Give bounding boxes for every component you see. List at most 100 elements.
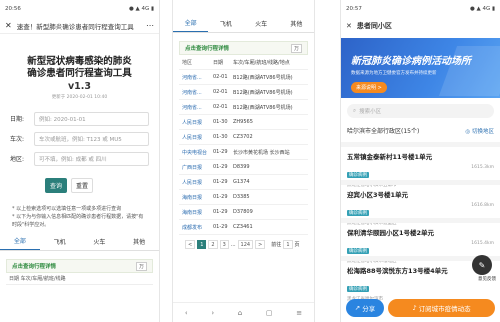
phone-screen-community: 20:57 ● ▲ 4G ▮ ✕ 患者同小区 新冠肺炎确诊病例活动场所 数据来源… [340, 0, 500, 322]
query-button[interactable]: 查询 [45, 178, 67, 193]
date-input[interactable]: 例如: 2020-01-01 [34, 111, 149, 126]
row-date: 01-30 [213, 134, 228, 140]
row-region: 河南省... [182, 74, 202, 81]
status-bar: 20:56 ● ▲ 4G ▮ [0, 0, 159, 18]
browser-bottom-bar: ‹ › ⌂ ▢ ≡ [173, 302, 314, 322]
case-tag: 确诊病例 [347, 248, 369, 254]
page-1-button[interactable]: 1 [197, 240, 207, 249]
more-icon[interactable]: ⋯ [146, 21, 154, 30]
note-2: * 以下为与你输入信息相匹配的确诊患者行程数据，请按"有时段"科学应对。 [12, 214, 144, 228]
community-distance: 1615.4km [471, 241, 494, 246]
page-last-button[interactable]: 124 [237, 240, 254, 249]
back-icon[interactable]: ‹ [185, 309, 188, 317]
table-row[interactable]: 河南省... 02-01 B12路(西湖ATV86号机场) [179, 100, 308, 115]
row-region: 河南省... [182, 89, 202, 96]
community-card[interactable]: 保利清华颐园小区1号楼2单元 确诊病例 黑龙江省哈尔滨市松北区 1615.4km [341, 218, 500, 264]
subscribe-label: 订阅城市疫情动态 [418, 305, 471, 313]
row-route: D3385 [233, 194, 250, 200]
region-row: 地区: 可不填，例如: 成都 或 四川 [10, 150, 149, 167]
switch-region-button[interactable]: ◎ 切换地区 [465, 127, 494, 135]
case-tag: 确诊病例 [347, 286, 369, 292]
community-card[interactable]: 五常镇金泰新村11号楼1单元 确诊病例 黑龙江省哈尔滨市五常市 1615.3km [341, 142, 500, 188]
notes: * 以上检索选项可以选填任意一项或多项进行查询 * 以下为与你输入信息相匹配的确… [12, 205, 147, 229]
row-date: 01-29 [213, 164, 228, 170]
category-tabs: 全部 飞机 火车 其他 [0, 235, 159, 251]
updated-time: 更新于 2020-02-01 10:40 [51, 95, 108, 100]
phone-screen-results: 全部 飞机 火车 其他 点击查询行程详情 万 地区 日期 车次/车厢/航班/线路… [172, 0, 315, 322]
region-input[interactable]: 可不填，例如: 成都 或 四川 [34, 151, 149, 166]
tab-plane[interactable]: 飞机 [40, 237, 80, 250]
table-row[interactable]: 广西日报 01-29 D8399 [179, 160, 308, 175]
results-table: 地区 日期 车次/车厢/航班/线路/地点 河南省... 02-01 B12路(西湖A… [179, 55, 308, 235]
section-title: 点击查询行程详情 [185, 46, 230, 52]
close-icon[interactable]: ✕ [5, 21, 12, 30]
tab-all[interactable]: 全部 [0, 236, 40, 250]
col-date: 日期 [213, 59, 224, 66]
table-row[interactable]: 成都发布 01-29 CZ3461 [179, 220, 308, 235]
table-row[interactable]: 海南日报 01-29 D37809 [179, 205, 308, 220]
window-title: 速查！新型肺炎确诊患者同行程查询工具 [16, 22, 134, 31]
table-row[interactable]: 河南省... 02-01 B12路(西湖ATV86号机场) [179, 85, 308, 100]
row-region: 海南日报 [182, 209, 203, 216]
page-jump-input[interactable]: 1 [283, 240, 293, 249]
tabs-icon[interactable]: ▢ [266, 309, 273, 317]
row-date: 02-01 [213, 89, 228, 95]
next-page-button[interactable]: > [255, 240, 266, 249]
page-3-button[interactable]: 3 [219, 240, 229, 249]
community-card[interactable]: 迎宾小区3号楼1单元 确诊病例 黑龙江省哈尔滨市道里区 1616.8km [341, 180, 500, 226]
table-row[interactable]: 人民日报 01-30 CZ3702 [179, 130, 308, 145]
row-route: CZ3461 [233, 224, 253, 230]
row-route: ZH9565 [233, 119, 253, 125]
community-name: 保利清华颐园小区1号楼2单元 [347, 229, 435, 237]
status-time: 20:57 [346, 6, 362, 12]
tab-other[interactable]: 其他 [119, 237, 159, 250]
form-buttons: 查询 重置 [45, 178, 159, 193]
community-distance: 1615.3km [471, 165, 494, 170]
row-date: 02-01 [213, 74, 228, 80]
version-label: v1.3 [67, 81, 92, 92]
section-badge[interactable]: 万 [290, 43, 302, 53]
close-icon[interactable]: ✕ [346, 22, 352, 30]
title-line-1: 新型冠状病毒感染的肺炎 [27, 56, 132, 67]
community-name: 五常镇金泰新村11号楼1单元 [347, 153, 433, 161]
row-route: B12路(西湖ATV86号机场) [233, 74, 293, 81]
page-2-button[interactable]: 2 [208, 240, 218, 249]
search-bar[interactable]: ⌕ 搜索小区 [347, 104, 494, 118]
table-row[interactable]: 海南日报 01-29 D3385 [179, 190, 308, 205]
source-info-button[interactable]: 来源说明 > [351, 82, 387, 93]
forward-icon[interactable]: › [211, 309, 214, 317]
home-icon[interactable]: ⌂ [238, 309, 242, 317]
reset-button[interactable]: 重置 [71, 178, 93, 193]
hero-banner: 新冠肺炎确诊病例活动场所 数据来源为地方卫健委官方发布并持续更新 来源说明 > [341, 38, 500, 98]
tab-all[interactable]: 全部 [173, 18, 209, 32]
bell-icon: ♪ [412, 304, 417, 312]
tab-other[interactable]: 其他 [279, 19, 314, 32]
tab-train[interactable]: 火车 [80, 237, 120, 250]
subscribe-button[interactable]: ♪ 订阅城市疫情动态 [388, 299, 495, 317]
tab-plane[interactable]: 飞机 [208, 19, 243, 32]
train-row: 车次: 车次或航班，例如: T123 或 MU5 [10, 130, 149, 147]
train-input[interactable]: 车次或航班，例如: T123 或 MU5 [34, 131, 149, 146]
search-icon: ⌕ [353, 107, 357, 114]
row-region: 人民日报 [182, 119, 203, 126]
tab-train[interactable]: 火车 [244, 19, 279, 32]
col-route: 车次/车厢/航班/线路/地点 [233, 59, 290, 66]
table-body: 河南省... 02-01 B12路(西湖ATV86号机场) 河南省... 02-01 B1… [179, 70, 308, 235]
table-row[interactable]: 人民日报 01-30 ZH9565 [179, 115, 308, 130]
page-unit-label: 页 [294, 242, 300, 248]
phone-screen-query-form: 20:56 ● ▲ 4G ▮ ✕ 速查！新型肺炎确诊患者同行程查询工具 ⋯ 新型… [0, 0, 160, 322]
feedback-fab[interactable]: ✎ [472, 255, 492, 275]
status-time: 20:56 [5, 6, 21, 12]
share-icon: ↗ [354, 304, 361, 312]
section-badge[interactable]: 万 [135, 261, 147, 271]
table-row[interactable]: 人民日报 01-29 G1374 [179, 175, 308, 190]
pagination: < 1 2 3 ... 124 > 前往 1 页 [185, 240, 308, 249]
menu-icon[interactable]: ≡ [296, 309, 302, 317]
table-row[interactable]: 河南省... 02-01 B12路(西湖ATV86号机场) [179, 70, 308, 85]
prev-page-button[interactable]: < [185, 240, 196, 249]
table-row[interactable]: 中央电视台 01-29 长沙市黄花机场 长沙西站 [179, 145, 308, 160]
page-title: 新型冠状病毒感染的肺炎 确诊患者同行程查询工具 [0, 56, 159, 80]
switch-region-label: 切换地区 [471, 128, 494, 135]
share-button[interactable]: ↗ 分享 [346, 299, 384, 317]
title-line-2: 确诊患者同行程查询工具 [27, 68, 132, 79]
